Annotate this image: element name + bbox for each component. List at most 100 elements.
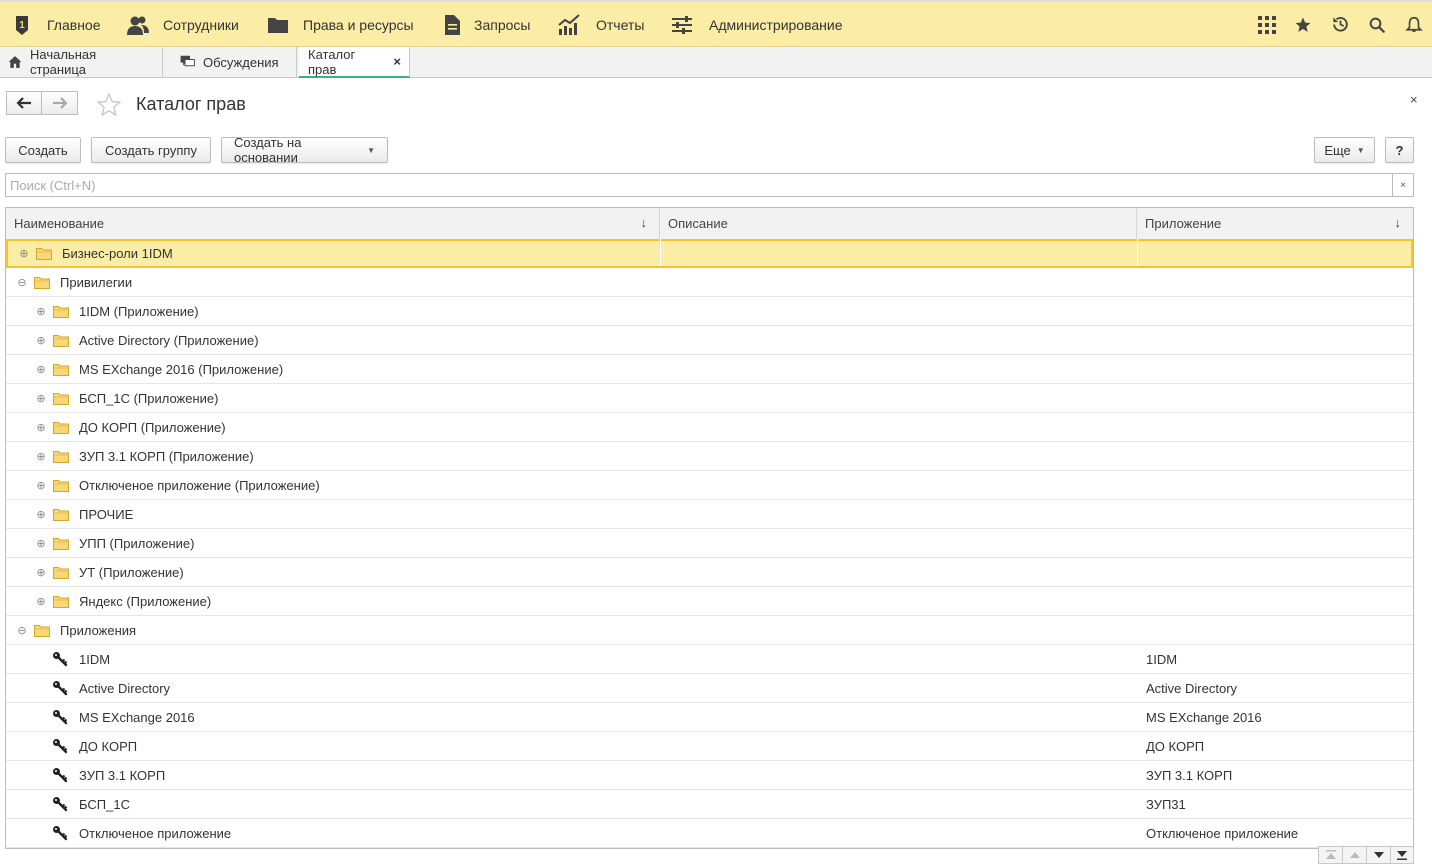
navigation-buttons [6, 91, 78, 115]
column-header-name[interactable]: Наименование ↓ [6, 208, 660, 239]
sort-arrow-icon: ↓ [640, 215, 648, 230]
table-row[interactable]: БСП_1С ЗУП31 [6, 790, 1413, 819]
expand-icon[interactable]: ⊕ [35, 558, 47, 586]
expand-icon[interactable]: ⊕ [35, 471, 47, 499]
folder-icon [34, 268, 50, 296]
table-row[interactable]: ДО КОРП ДО КОРП [6, 732, 1413, 761]
table-row[interactable]: ⊕ Бизнес-роли 1IDM [6, 239, 1413, 268]
expand-icon[interactable]: ⊕ [35, 355, 47, 383]
search-input[interactable] [5, 173, 1393, 197]
rights-table[interactable]: Наименование ↓ Описание Приложение ↓ ⊕ Би… [5, 207, 1414, 849]
scroll-bottom-button[interactable] [1390, 846, 1414, 864]
create-based-on-label: Создать на основании [234, 135, 302, 165]
table-row[interactable]: ⊕ ПРОЧИЕ [6, 500, 1413, 529]
star-icon[interactable] [1291, 2, 1315, 47]
expand-icon[interactable]: ⊕ [35, 413, 47, 441]
table-row[interactable]: ⊕ Яндекс (Приложение) [6, 587, 1413, 616]
more-button[interactable]: Еще ▼ [1314, 137, 1375, 163]
table-row[interactable]: ⊖ Привилегии [6, 268, 1413, 297]
table-row[interactable]: Отключеное приложение Отключеное приложен… [6, 819, 1413, 848]
cell-application: ЗУП31 [1146, 796, 1186, 812]
clear-search-button[interactable]: × [1392, 173, 1414, 197]
back-button[interactable] [6, 91, 42, 115]
table-row[interactable]: ⊕ УТ (Приложение) [6, 558, 1413, 587]
section-main[interactable]: 1 Главное [10, 2, 101, 47]
expand-icon[interactable]: ⊕ [35, 587, 47, 615]
grid-menu-icon[interactable] [1255, 2, 1279, 47]
bell-icon[interactable] [1402, 2, 1426, 47]
logo-1c-icon: 1 [10, 13, 34, 37]
tab-rights-catalog[interactable]: Каталог прав × [299, 47, 410, 78]
table-row[interactable]: ЗУП 3.1 КОРП ЗУП 3.1 КОРП [6, 761, 1413, 790]
table-row[interactable]: ⊕ УПП (Приложение) [6, 529, 1413, 558]
column-divider [1137, 239, 1138, 266]
section-label: Главное [47, 16, 101, 33]
dropdown-arrow-icon: ▼ [1356, 145, 1365, 155]
table-row[interactable]: Active Directory Active Directory [6, 674, 1413, 703]
section-requests[interactable]: Запросы [440, 2, 530, 47]
scroll-up-icon [1349, 852, 1360, 858]
table-row[interactable]: ⊕ ДО КОРП (Приложение) [6, 413, 1413, 442]
cell-application: ЗУП 3.1 КОРП [1146, 767, 1233, 783]
collapse-icon[interactable]: ⊖ [16, 616, 28, 644]
key-icon [52, 645, 68, 673]
search-icon[interactable] [1365, 2, 1389, 47]
section-employees[interactable]: Сотрудники [126, 2, 239, 47]
key-icon [52, 674, 68, 702]
table-row[interactable]: ⊕ ЗУП 3.1 КОРП (Приложение) [6, 442, 1413, 471]
table-row[interactable]: ⊕ БСП_1С (Приложение) [6, 384, 1413, 413]
cell-name: Отключеное приложение (Приложение) [79, 477, 320, 493]
create-group-button[interactable]: Создать группу [91, 137, 211, 163]
create-based-on-button[interactable]: Создать на основании ▼ [221, 135, 388, 165]
expand-icon[interactable]: ⊕ [35, 326, 47, 354]
section-reports[interactable]: Отчеты [557, 2, 644, 47]
folder-icon [53, 413, 69, 441]
create-button[interactable]: Создать [5, 137, 81, 163]
page-title: Каталог прав [136, 94, 246, 114]
scroll-top-button[interactable] [1318, 846, 1342, 864]
scroll-up-button[interactable] [1342, 846, 1366, 864]
cell-name: MS EXchange 2016 [79, 709, 195, 725]
table-row[interactable]: ⊖ Приложения [6, 616, 1413, 645]
section-administration[interactable]: Администрирование [670, 2, 843, 47]
collapse-icon[interactable]: ⊖ [16, 268, 28, 296]
cell-name: Active Directory (Приложение) [79, 332, 259, 348]
expand-icon[interactable]: ⊕ [35, 297, 47, 325]
folder-icon [53, 326, 69, 354]
expand-icon[interactable]: ⊕ [18, 239, 30, 267]
close-icon[interactable]: × [1410, 92, 1418, 107]
tab-discussions[interactable]: Обсуждения [163, 47, 297, 77]
folder-icon [53, 297, 69, 325]
column-header-application[interactable]: Приложение ↓ [1137, 208, 1413, 239]
cell-name: УТ (Приложение) [79, 564, 184, 580]
scroll-bottom-icon [1397, 851, 1407, 860]
table-header: Наименование ↓ Описание Приложение ↓ [6, 208, 1413, 240]
cell-name: Active Directory [79, 680, 171, 696]
table-row[interactable]: ⊕ MS EXchange 2016 (Приложение) [6, 355, 1413, 384]
scroll-down-icon [1373, 852, 1384, 858]
favorite-star-icon[interactable] [96, 92, 122, 117]
chart-icon [557, 13, 581, 37]
folder-icon [53, 442, 69, 470]
cell-application: 1IDM [1146, 651, 1178, 667]
expand-icon[interactable]: ⊕ [35, 500, 47, 528]
expand-icon[interactable]: ⊕ [35, 384, 47, 412]
expand-icon[interactable]: ⊕ [35, 442, 47, 470]
table-row[interactable]: MS EXchange 2016 MS EXchange 2016 [6, 703, 1413, 732]
history-icon[interactable] [1328, 2, 1352, 47]
close-icon[interactable]: × [393, 54, 401, 69]
help-button[interactable]: ? [1385, 137, 1414, 163]
column-header-description[interactable]: Описание [660, 208, 1137, 239]
table-row[interactable]: ⊕ Отключеное приложение (Приложение) [6, 471, 1413, 500]
users-icon [126, 13, 150, 37]
table-row[interactable]: ⊕ Active Directory (Приложение) [6, 326, 1413, 355]
scroll-down-button[interactable] [1366, 846, 1390, 864]
expand-icon[interactable]: ⊕ [35, 529, 47, 557]
forward-button[interactable] [42, 91, 78, 115]
tab-home[interactable]: Начальная страница [0, 47, 163, 77]
cell-application: ДО КОРП [1146, 738, 1205, 754]
table-row[interactable]: ⊕ 1IDM (Приложение) [6, 297, 1413, 326]
section-rights[interactable]: Права и ресурсы [266, 2, 414, 47]
cell-application: Отключеное приложение [1146, 825, 1299, 841]
table-row[interactable]: 1IDM 1IDM [6, 645, 1413, 674]
